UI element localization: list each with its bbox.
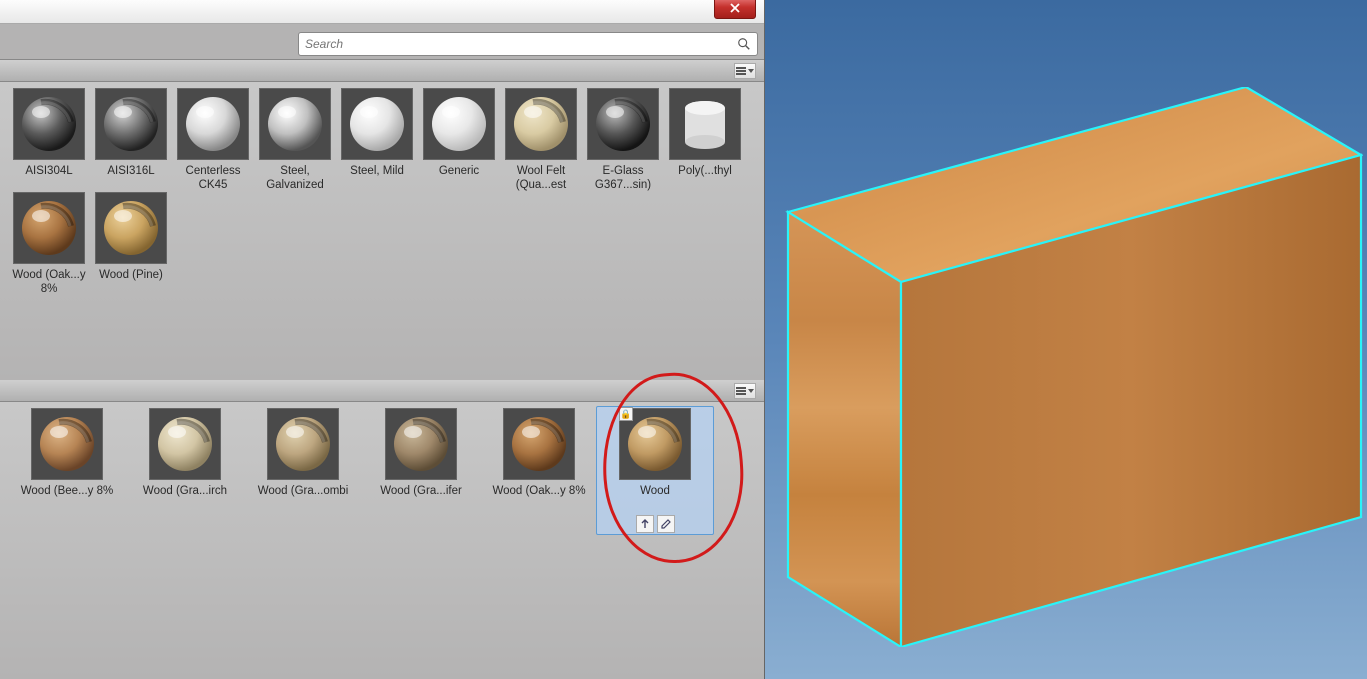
material-label: Wood (Gra...ombi [258, 484, 349, 512]
material-item[interactable]: Steel, Galvanized [254, 88, 336, 192]
top-grid-toolbar [0, 60, 764, 82]
edit-icon[interactable] [657, 515, 675, 533]
material-label: E-Glass G367...sin) [582, 164, 664, 192]
material-label: Wood (Gra...irch [143, 484, 227, 512]
chevron-down-icon [748, 389, 754, 393]
material-label: Generic [439, 164, 479, 192]
material-label: Centerless CK45 [172, 164, 254, 192]
view-mode-button[interactable] [734, 383, 756, 399]
material-swatch[interactable] [267, 408, 339, 480]
material-swatch[interactable] [13, 88, 85, 160]
search-input[interactable] [305, 37, 737, 51]
material-item[interactable]: 🔒 Wood [596, 406, 714, 535]
material-label: Poly(...thyl [678, 164, 732, 192]
material-label: Wood [640, 484, 670, 512]
material-swatch[interactable] [149, 408, 221, 480]
material-item[interactable]: Wood (Gra...irch [126, 408, 244, 533]
material-swatch[interactable] [385, 408, 457, 480]
material-label: Wood (Bee...y 8% [21, 484, 113, 512]
material-item[interactable]: AISI304L [8, 88, 90, 192]
material-label: Wood (Oak...y 8% [8, 268, 90, 296]
update-icon[interactable] [636, 515, 654, 533]
close-icon [730, 3, 740, 13]
material-swatch[interactable] [341, 88, 413, 160]
rendered-wood-block[interactable] [783, 87, 1363, 647]
search-row [0, 28, 764, 60]
material-library-grid[interactable]: AISI304L AISI316L Centerless CK45 [0, 82, 764, 380]
material-item[interactable]: Wood (Bee...y 8% [8, 408, 126, 533]
search-icon[interactable] [737, 37, 751, 51]
material-item[interactable]: Wood (Gra...ifer [362, 408, 480, 533]
material-item[interactable]: Steel, Mild [336, 88, 418, 192]
material-item[interactable]: E-Glass G367...sin) [582, 88, 664, 192]
view-mode-button[interactable] [734, 63, 756, 79]
material-swatch[interactable] [503, 408, 575, 480]
material-label: AISI316L [107, 164, 154, 192]
material-label: Wool Felt (Qua...est [500, 164, 582, 192]
material-label: Wood (Pine) [99, 268, 163, 296]
bottom-grid-toolbar [0, 380, 764, 402]
material-swatch[interactable] [423, 88, 495, 160]
material-swatch[interactable] [259, 88, 331, 160]
close-button[interactable] [714, 0, 756, 19]
material-swatch[interactable] [13, 192, 85, 264]
material-swatch[interactable] [31, 408, 103, 480]
document-materials-grid[interactable]: Wood (Bee...y 8% Wood (Gra...irch [0, 402, 764, 679]
material-label: Steel, Galvanized [254, 164, 336, 192]
material-swatch[interactable] [95, 192, 167, 264]
material-item[interactable]: Wood (Gra...ombi [244, 408, 362, 533]
material-item[interactable]: Generic [418, 88, 500, 192]
search-box[interactable] [298, 32, 758, 56]
list-icon [736, 67, 746, 75]
material-label: AISI304L [25, 164, 72, 192]
lock-icon: 🔒 [619, 407, 633, 421]
chevron-down-icon [748, 69, 754, 73]
material-swatch[interactable] [505, 88, 577, 160]
material-swatch[interactable] [669, 88, 741, 160]
list-icon [736, 387, 746, 395]
material-item[interactable]: Wood (Oak...y 8% [480, 408, 598, 533]
material-item[interactable]: Wood (Pine) [90, 192, 172, 296]
material-swatch[interactable] [177, 88, 249, 160]
material-browser-panel: AISI304L AISI316L Centerless CK45 [0, 0, 765, 679]
material-item[interactable]: Centerless CK45 [172, 88, 254, 192]
panel-titlebar[interactable] [0, 0, 764, 24]
material-item[interactable]: AISI316L [90, 88, 172, 192]
material-label: Steel, Mild [350, 164, 404, 192]
material-swatch[interactable] [95, 88, 167, 160]
material-label: Wood (Oak...y 8% [492, 484, 585, 512]
material-item[interactable]: Poly(...thyl [664, 88, 746, 192]
material-swatch[interactable] [587, 88, 659, 160]
material-item[interactable]: Wool Felt (Qua...est [500, 88, 582, 192]
material-item[interactable]: Wood (Oak...y 8% [8, 192, 90, 296]
material-label: Wood (Gra...ifer [380, 484, 462, 512]
material-action-icons [636, 515, 675, 533]
